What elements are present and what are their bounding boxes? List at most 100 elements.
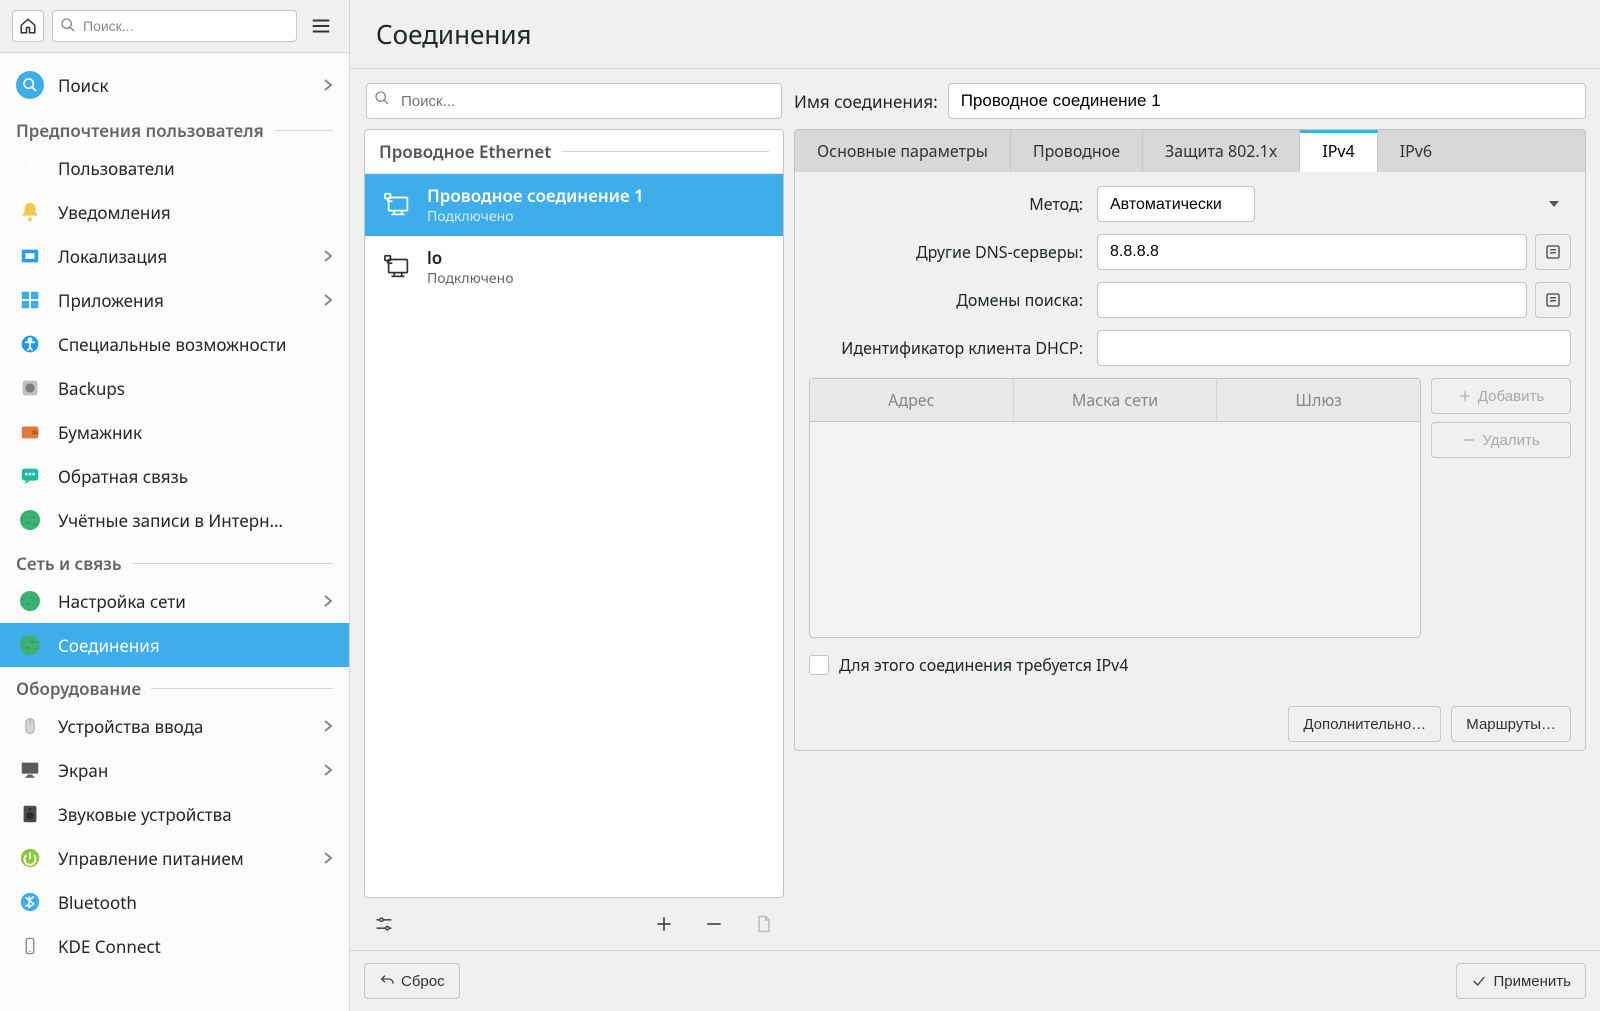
remove-address-button[interactable]: Удалить	[1431, 422, 1571, 458]
sidebar-item[interactable]: Уведомления	[0, 190, 349, 234]
col-address: Адрес	[810, 379, 1014, 421]
undo-icon	[379, 973, 395, 989]
sidebar-item[interactable]: Backups	[0, 366, 349, 410]
addresses-buttons: Добавить Удалить	[1431, 378, 1571, 638]
accessibility-icon	[16, 330, 44, 358]
phone-icon	[16, 932, 44, 960]
sidebar-item[interactable]: Bluetooth	[0, 880, 349, 924]
connection-item[interactable]: Проводное соединение 1 Подключено	[365, 174, 783, 236]
sliders-icon	[374, 914, 394, 934]
power-icon	[16, 844, 44, 872]
sidebar-item-label: Бумажник	[58, 421, 142, 444]
home-button[interactable]	[12, 10, 44, 42]
sidebar-item[interactable]: Управление питанием	[0, 836, 349, 880]
connection-listbox: Проводное Ethernet Проводное соединение …	[364, 129, 784, 898]
edit-list-icon	[1544, 291, 1562, 309]
export-icon	[754, 914, 774, 934]
dns-input[interactable]	[1097, 234, 1527, 270]
sidebar-item[interactable]: Экран	[0, 748, 349, 792]
advanced-button[interactable]: Дополнительно…	[1288, 706, 1441, 742]
chat-icon	[16, 462, 44, 490]
tabs: Основные параметрыПроводноеЗащита 802.1x…	[794, 129, 1586, 172]
search-domains-edit-button[interactable]	[1535, 282, 1571, 318]
wallet-icon	[16, 418, 44, 446]
routes-button[interactable]: Маршруты…	[1451, 706, 1571, 742]
export-connection-button[interactable]	[750, 910, 778, 938]
search-icon	[60, 17, 76, 33]
reset-button[interactable]: Сброс	[364, 963, 460, 999]
sidebar-item[interactable]: Настройка сети	[0, 579, 349, 623]
sidebar-search-item[interactable]: Поиск	[0, 61, 349, 109]
connection-status: Подключено	[427, 207, 644, 226]
dns-row: Другие DNS-серверы:	[809, 234, 1571, 270]
tab[interactable]: Проводное	[1011, 130, 1143, 172]
sidebar-item[interactable]: Приложения	[0, 278, 349, 322]
bell-icon	[16, 198, 44, 226]
sidebar-item[interactable]: Учётные записи в Интерн…	[0, 498, 349, 542]
main-panel: Соединения Проводное Ethernet	[350, 0, 1600, 1011]
require-ipv4-checkbox[interactable]	[809, 655, 829, 675]
method-select[interactable]: Автоматически	[1097, 186, 1255, 222]
chevron-right-icon	[323, 763, 333, 777]
minus-icon	[704, 914, 724, 934]
sidebar-item[interactable]: Обратная связь	[0, 454, 349, 498]
search-icon	[16, 71, 44, 99]
sidebar-item[interactable]: Устройства ввода	[0, 704, 349, 748]
globe-icon	[16, 631, 44, 659]
sidebar-item[interactable]: Соединения	[0, 623, 349, 667]
sidebar-item[interactable]: KDE Connect	[0, 924, 349, 968]
sidebar-item-label: Backups	[58, 377, 125, 400]
main-footer: Сброс Применить	[350, 950, 1600, 1011]
ipv4-footer: Дополнительно… Маршруты…	[809, 700, 1571, 742]
search-domains-label: Домены поиска:	[809, 289, 1089, 311]
chevron-right-icon	[323, 851, 333, 865]
sidebar-item[interactable]: Звуковые устройства	[0, 792, 349, 836]
sidebar-item-label: Настройка сети	[58, 590, 186, 613]
sidebar-item[interactable]: Локализация	[0, 234, 349, 278]
connection-name-input[interactable]	[948, 83, 1586, 119]
remove-connection-button[interactable]	[700, 910, 728, 938]
configure-button[interactable]	[370, 910, 398, 938]
tab[interactable]: Защита 802.1x	[1143, 130, 1300, 172]
connection-search-input[interactable]	[366, 83, 782, 119]
hamburger-button[interactable]	[305, 10, 337, 42]
sidebar-search-input[interactable]	[52, 10, 297, 42]
dhcp-client-id-row: Идентификатор клиента DHCP:	[809, 330, 1571, 366]
connection-details: Имя соединения: Основные параметрыПровод…	[794, 83, 1586, 950]
dns-label: Другие DNS-серверы:	[809, 241, 1089, 263]
connection-list-column: Проводное Ethernet Проводное соединение …	[364, 83, 784, 950]
sidebar-item-label: Поиск	[58, 74, 109, 97]
bluetooth-icon	[16, 888, 44, 916]
tab[interactable]: IPv6	[1378, 130, 1454, 172]
connection-name-label: Имя соединения:	[794, 90, 938, 113]
ethernet-icon	[383, 253, 413, 281]
apply-button[interactable]: Применить	[1456, 963, 1586, 999]
connection-item[interactable]: lo Подключено	[365, 236, 783, 298]
dhcp-client-id-input[interactable]	[1097, 330, 1571, 366]
section-header: Оборудование	[0, 667, 349, 704]
globe-accounts-icon	[16, 506, 44, 534]
sidebar-item-label: Соединения	[58, 634, 160, 657]
monitor-icon	[16, 756, 44, 784]
section-title: Оборудование	[16, 677, 141, 700]
tab[interactable]: IPv4	[1300, 130, 1377, 172]
sidebar-item[interactable]: Бумажник	[0, 410, 349, 454]
sidebar-search	[52, 10, 297, 42]
sidebar-item[interactable]: Специальные возможности	[0, 322, 349, 366]
apps-icon	[16, 286, 44, 314]
connection-title: Проводное соединение 1	[427, 184, 644, 207]
sidebar-item-label: Bluetooth	[58, 891, 137, 914]
tabs-container: Основные параметрыПроводноеЗащита 802.1x…	[794, 129, 1586, 751]
search-domains-input[interactable]	[1097, 282, 1527, 318]
tab[interactable]: Основные параметры	[795, 130, 1011, 172]
sidebar: Поиск Предпочтения пользователяПользоват…	[0, 0, 350, 1011]
sidebar-item[interactable]: Пользователи	[0, 146, 349, 190]
addresses-table[interactable]: Адрес Маска сети Шлюз	[809, 378, 1421, 638]
sidebar-item-label: Управление питанием	[58, 847, 244, 870]
chevron-right-icon	[323, 293, 333, 307]
add-address-button[interactable]: Добавить	[1431, 378, 1571, 414]
dns-edit-button[interactable]	[1535, 234, 1571, 270]
sidebar-item-label: Экран	[58, 759, 108, 782]
sidebar-item-label: Устройства ввода	[58, 715, 203, 738]
add-connection-button[interactable]	[650, 910, 678, 938]
